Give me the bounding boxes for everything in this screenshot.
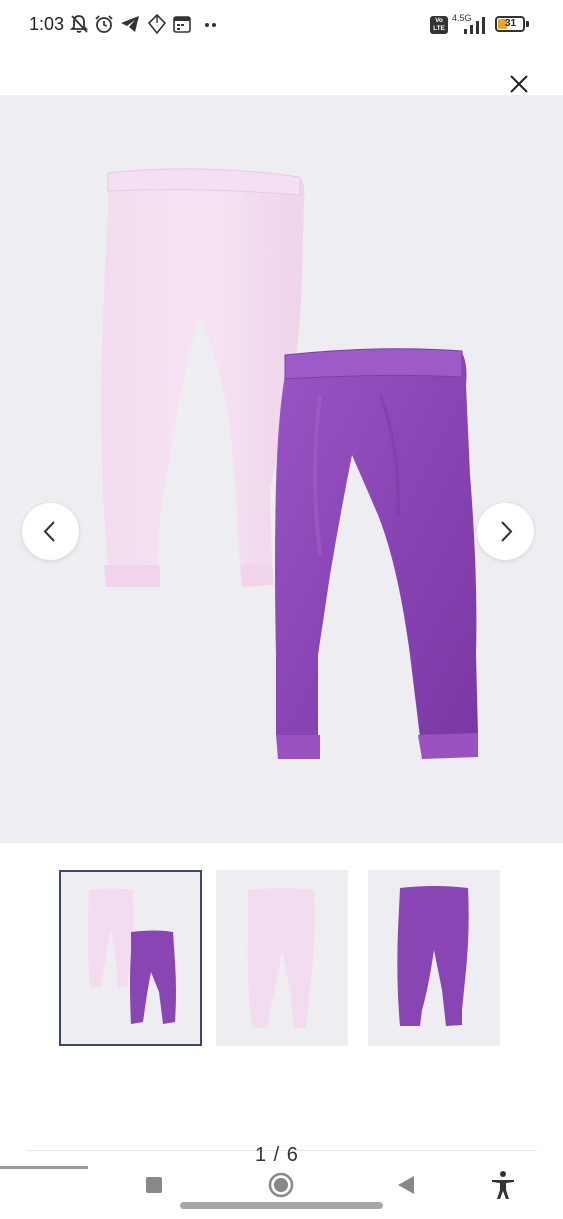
thumbnail-1[interactable]	[59, 870, 202, 1046]
thumbnail-image	[87, 888, 176, 1024]
previous-image-button[interactable]	[22, 503, 79, 560]
back-triangle-icon	[398, 1176, 414, 1194]
image-counter: 1 / 6	[255, 1144, 299, 1166]
volte-label: Vo LTE	[433, 17, 445, 32]
thumbnail-3[interactable]	[368, 870, 500, 1046]
gesture-handle[interactable]	[180, 1202, 383, 1209]
square-icon	[146, 1177, 162, 1193]
close-icon	[510, 75, 528, 93]
light-pink-pants	[101, 168, 305, 587]
thumbnail-2[interactable]	[216, 870, 348, 1046]
scroll-indicator	[0, 1166, 88, 1169]
alarm-icon	[93, 13, 115, 35]
bell-muted-icon	[68, 13, 90, 35]
close-button[interactable]	[505, 70, 533, 98]
battery-level: 31	[505, 18, 517, 29]
product-photo	[101, 168, 478, 759]
signal-icon	[462, 15, 490, 40]
calendar-icon	[171, 13, 193, 35]
battery-icon: 31	[495, 16, 525, 32]
back-button[interactable]	[396, 1174, 416, 1201]
next-image-button[interactable]	[477, 503, 534, 560]
tag-icon	[146, 13, 168, 35]
telegram-icon	[119, 13, 141, 35]
accessibility-icon	[492, 1171, 514, 1199]
status-bar: 1:03 Vo LTE 4.5G 31	[0, 0, 563, 50]
accessibility-button[interactable]	[490, 1170, 516, 1205]
thumbnail-image	[247, 888, 315, 1028]
status-time: 1:03	[29, 14, 65, 34]
battery-tip	[526, 21, 529, 27]
recents-button[interactable]	[145, 1176, 163, 1199]
home-circle-icon	[268, 1172, 294, 1198]
thumbnail-image	[397, 886, 469, 1026]
more-notifications-icon	[200, 13, 222, 35]
home-button[interactable]	[268, 1172, 294, 1203]
chevron-left-icon	[43, 521, 55, 542]
product-image-main[interactable]	[0, 95, 563, 843]
volte-icon: Vo LTE	[430, 16, 448, 34]
purple-velvet-pants	[275, 348, 478, 759]
chevron-right-icon	[501, 521, 513, 542]
